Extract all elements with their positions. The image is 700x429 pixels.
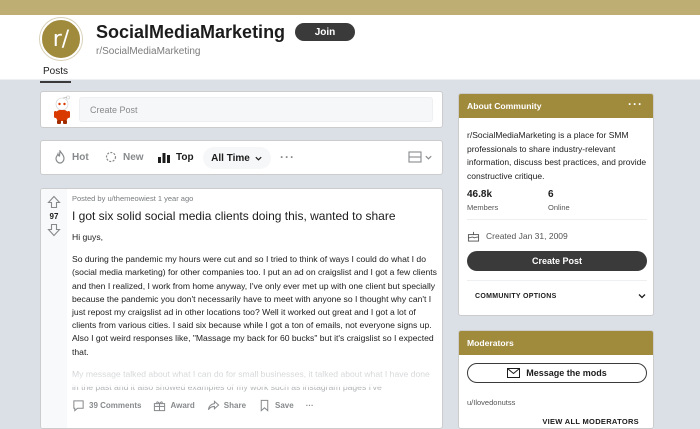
created-label: Created Jan 31, 2009 xyxy=(486,231,568,241)
chevron-down-icon xyxy=(425,155,432,160)
save-label: Save xyxy=(275,400,294,410)
subreddit-header: r/ SocialMediaMarketing r/SocialMediaMar… xyxy=(0,15,700,83)
view-toggle[interactable] xyxy=(408,151,433,163)
cake-icon xyxy=(467,231,480,242)
subreddit-title: SocialMediaMarketing xyxy=(96,22,286,42)
award-button[interactable]: Award xyxy=(153,399,195,412)
upvote-icon[interactable] xyxy=(47,195,61,209)
sparkle-icon xyxy=(105,151,117,163)
award-label: Award xyxy=(170,400,195,410)
post-more-button[interactable]: ··· xyxy=(306,401,314,410)
chevron-down-icon xyxy=(638,294,646,299)
community-description: r/SocialMediaMarketing is a place for SM… xyxy=(467,130,647,181)
chevron-down-icon xyxy=(255,156,262,161)
sort-hot[interactable]: Hot xyxy=(53,150,89,164)
post-title[interactable]: I got six solid social media clients doi… xyxy=(72,209,437,223)
sort-new-label: New xyxy=(123,151,144,163)
save-button[interactable]: Save xyxy=(258,399,294,412)
message-mods-label: Message the mods xyxy=(526,368,607,378)
sort-more-button[interactable]: ··· xyxy=(280,150,295,164)
card-view-icon xyxy=(408,151,422,163)
post-fade-overlay xyxy=(67,357,442,387)
divider xyxy=(467,219,647,220)
top-chart-icon xyxy=(158,153,170,163)
community-options-label: COMMUNITY OPTIONS xyxy=(475,292,557,300)
create-post-button[interactable]: Create Post xyxy=(467,251,647,271)
time-filter-dropdown[interactable]: All Time xyxy=(203,147,271,169)
comments-label: 39 Comments xyxy=(89,400,142,410)
online-label: Online xyxy=(548,203,570,212)
mail-icon xyxy=(507,368,521,378)
post-paragraph: Hi guys, xyxy=(72,232,104,242)
about-community-header: About Community ··· xyxy=(459,94,653,118)
create-post-input[interactable]: Create Post xyxy=(79,97,433,122)
time-filter-label: All Time xyxy=(211,152,250,164)
tab-posts[interactable]: Posts xyxy=(40,66,72,83)
post-actions: 39 Comments Award Share Save ··· xyxy=(72,395,438,415)
members-stat: 46.8k Members xyxy=(467,189,498,212)
snoo-avatar-icon[interactable] xyxy=(48,95,76,125)
downvote-icon[interactable] xyxy=(47,223,61,237)
comment-icon xyxy=(73,399,84,412)
message-mods-button[interactable]: Message the mods xyxy=(467,363,647,383)
post-more-label: ··· xyxy=(305,400,314,410)
about-more-button[interactable]: ··· xyxy=(628,97,643,111)
sort-hot-label: Hot xyxy=(72,151,89,163)
subreddit-banner xyxy=(0,0,700,15)
vote-column: 97 xyxy=(41,189,67,428)
created-date: Created Jan 31, 2009 xyxy=(467,230,568,242)
sort-top[interactable]: Top xyxy=(157,150,194,164)
divider xyxy=(467,280,647,281)
online-stat: 6 Online xyxy=(548,189,570,212)
post-paragraph: So during the pandemic my hours were cut… xyxy=(72,254,437,357)
about-community-title: About Community xyxy=(467,101,542,111)
sort-new[interactable]: New xyxy=(104,150,144,164)
share-label: Share xyxy=(223,400,247,410)
subreddit-name: r/SocialMediaMarketing xyxy=(96,46,201,57)
view-all-moderators-link[interactable]: VIEW ALL MODERATORS xyxy=(542,417,639,426)
moderators-card: Moderators Message the mods u/Ilovedonut… xyxy=(458,330,654,429)
join-button[interactable]: Join xyxy=(295,23,355,41)
bookmark-icon xyxy=(260,399,269,412)
gift-icon xyxy=(154,400,166,411)
subreddit-icon: r/ xyxy=(40,18,82,60)
share-button[interactable]: Share xyxy=(207,399,246,412)
sort-top-label: Top xyxy=(176,151,194,163)
moderators-title: Moderators xyxy=(467,338,514,348)
create-post-card: Create Post xyxy=(40,91,443,128)
comments-button[interactable]: 39 Comments xyxy=(72,399,141,412)
post-card[interactable]: 97 Posted by u/themeowiest 1 year ago I … xyxy=(40,188,443,429)
moderator-user-link[interactable]: u/Ilovedonutss xyxy=(467,398,515,407)
community-options-toggle[interactable]: COMMUNITY OPTIONS xyxy=(467,291,647,301)
share-arrow-icon xyxy=(207,399,220,410)
online-count: 6 xyxy=(548,189,554,200)
members-label: Members xyxy=(467,203,499,212)
members-count: 46.8k xyxy=(467,189,493,200)
flame-icon xyxy=(55,150,65,164)
post-meta: Posted by u/themeowiest 1 year ago xyxy=(72,194,194,203)
about-community-card: About Community ··· r/SocialMediaMarketi… xyxy=(458,93,654,316)
vote-count: 97 xyxy=(49,212,59,221)
moderators-header: Moderators xyxy=(459,331,653,355)
sort-bar: Hot New Top All Time ··· xyxy=(40,140,443,175)
